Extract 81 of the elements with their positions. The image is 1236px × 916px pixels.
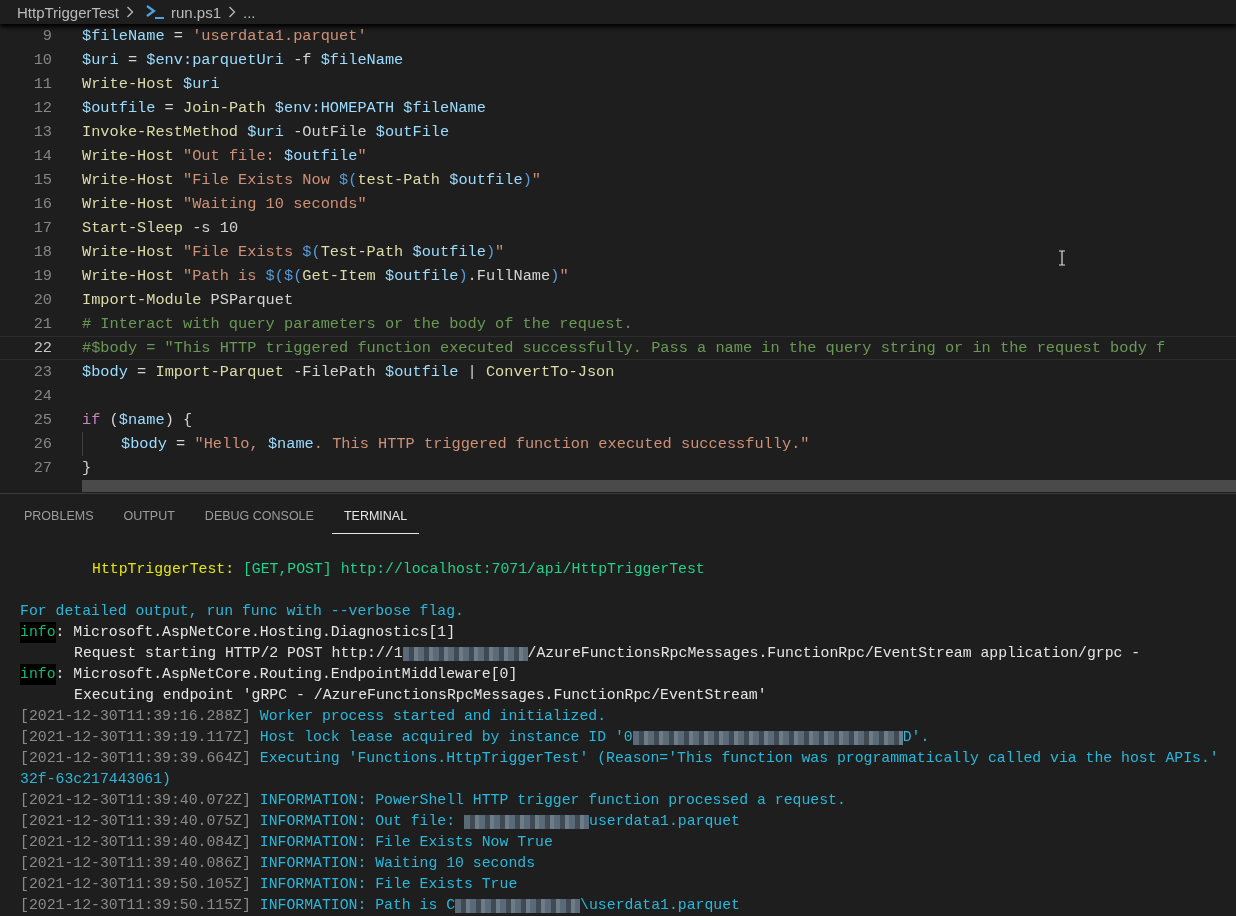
line-number: 23 bbox=[32, 363, 52, 381]
code-line: if ($name) { bbox=[82, 411, 193, 429]
terminal-text: [2021-12-30T11:39:16.288Z] bbox=[20, 707, 251, 726]
code-line: #$body = "This HTTP triggered function executed successfully. Pass a name in the query string or in the request body f bbox=[82, 339, 1166, 357]
terminal-text: INFORMATION: File Exists Now True bbox=[258, 833, 553, 852]
line-number: 16 bbox=[32, 195, 52, 213]
code-line: Write-Host "File Exists Now $(test-Path $outfile)" bbox=[82, 171, 541, 189]
terminal-text: [2021-12-30T11:39:19.117Z] bbox=[20, 728, 251, 747]
terminal-text: : Microsoft.AspNetCore.Routing.EndpointMiddleware[0] bbox=[55, 665, 518, 684]
line-number: 13 bbox=[32, 123, 52, 141]
log-level-label: info bbox=[20, 664, 56, 685]
terminal-prompt-icon bbox=[145, 4, 165, 20]
code-line: $fileName = 'userdata1.parquet' bbox=[82, 27, 367, 45]
terminal-text: For detailed output, run func with --verbose flag. bbox=[20, 602, 464, 621]
code-line: } bbox=[82, 459, 92, 477]
code-line: $outfile = Join-Path $env:HOMEPATH $fileName bbox=[82, 99, 486, 117]
chevron-icon bbox=[126, 6, 134, 18]
line-number: 26 bbox=[32, 435, 52, 453]
terminal-text: /AzureFunctionsRpcMessages.FunctionRpc/EventStream application/grpc - bbox=[527, 644, 1141, 663]
line-number: 15 bbox=[32, 171, 52, 189]
code-line: Invoke-RestMethod $uri -OutFile $outFile bbox=[82, 123, 450, 141]
scrollbar-thumb[interactable] bbox=[82, 480, 1236, 492]
line-number: 12 bbox=[32, 99, 52, 117]
line-number: 14 bbox=[32, 147, 52, 165]
panel-tab[interactable]: OUTPUT bbox=[111, 497, 187, 534]
terminal-text: D'. bbox=[902, 728, 930, 747]
code-line: Write-Host $uri bbox=[82, 75, 220, 93]
terminal-text: Executing 'Functions.HttpTriggerTest' (Reason='This function was programmatically called via the host APIs.' bbox=[258, 749, 1219, 768]
terminal-text: 32f-63c217443061) bbox=[20, 770, 171, 789]
line-number: 18 bbox=[32, 243, 52, 261]
code-line: Write-Host "Out file: $outfile" bbox=[82, 147, 367, 165]
breadcrumb-item[interactable]: ... bbox=[243, 3, 256, 21]
terminal-text: [2021-12-30T11:39:50.115Z] bbox=[20, 896, 251, 915]
line-number: 24 bbox=[32, 387, 52, 405]
code-line: Write-Host "File Exists $(Test-Path $outfile)" bbox=[82, 243, 505, 261]
panel-tab[interactable]: DEBUG CONSOLE bbox=[192, 497, 326, 534]
terminal-text: INFORMATION: File Exists True bbox=[258, 875, 518, 894]
terminal-text: INFORMATION: PowerShell HTTP trigger function processed a request. bbox=[258, 791, 846, 810]
terminal-text: [2021-12-30T11:39:40.075Z] bbox=[20, 812, 251, 831]
terminal-text: INFORMATION: Waiting 10 seconds bbox=[258, 854, 536, 873]
log-level-label: info bbox=[20, 622, 56, 643]
terminal-text: [2021-12-30T11:39:39.664Z] bbox=[20, 749, 251, 768]
line-number: 27 bbox=[32, 459, 52, 477]
terminal-text: HttpTriggerTest: bbox=[92, 560, 235, 579]
code-line: Import-Module PSParquet bbox=[82, 291, 294, 309]
code-line: $body = Import-Parquet -FilePath $outfile | ConvertTo-Json bbox=[82, 363, 615, 381]
line-number: 9 bbox=[41, 27, 52, 45]
terminal-text: [2021-12-30T11:39:40.072Z] bbox=[20, 791, 251, 810]
terminal-text: INFORMATION: Path is C bbox=[258, 896, 456, 915]
terminal-text: Worker process started and initialized. bbox=[258, 707, 607, 726]
terminal-text: [2021-12-30T11:39:50.105Z] bbox=[20, 875, 251, 894]
line-number: 20 bbox=[32, 291, 52, 309]
code-line: Write-Host "Path is $($(Get-Item $outfile).FullName)" bbox=[82, 267, 569, 285]
terminal-text: [2021-12-30T11:39:40.084Z] bbox=[20, 833, 251, 852]
terminal-text: userdata1.parquet bbox=[589, 812, 740, 831]
terminal-text: Host lock lease acquired by instance ID '0 bbox=[258, 728, 633, 747]
panel-tab[interactable]: TERMINAL bbox=[331, 497, 420, 534]
chevron-icon bbox=[228, 6, 237, 18]
terminal-text: Executing endpoint 'gRPC - /AzureFunctionsRpcMessages.FunctionRpc/EventStream' bbox=[74, 686, 767, 705]
line-number: 21 bbox=[32, 315, 52, 333]
terminal-text: [2021-12-30T11:39:40.086Z] bbox=[20, 854, 251, 873]
panel-tab[interactable]: PROBLEMS bbox=[12, 497, 106, 534]
terminal-text: [GET,POST] http://localhost:7071/api/HttpTriggerTest bbox=[241, 560, 705, 579]
terminal-text: Request starting HTTP/2 POST http://1 bbox=[74, 644, 403, 663]
text-cursor-icon bbox=[1058, 250, 1066, 266]
terminal-text: : Microsoft.AspNetCore.Hosting.Diagnostics[1] bbox=[55, 623, 456, 642]
line-number: 10 bbox=[32, 51, 52, 69]
code-line: # Interact with query parameters or the body of the request. bbox=[82, 315, 633, 333]
line-number: 17 bbox=[32, 219, 52, 237]
code-line: $body = "Hello, $name. This HTTP triggered function executed successfully." bbox=[121, 435, 810, 453]
code-line: $uri = $env:parquetUri -f $fileName bbox=[82, 51, 404, 69]
breadcrumb-item[interactable]: run.ps1 bbox=[171, 3, 222, 21]
code-line: Write-Host "Waiting 10 seconds" bbox=[82, 195, 367, 213]
line-number: 22 bbox=[32, 339, 52, 357]
breadcrumb-item[interactable]: HttpTriggerTest bbox=[17, 3, 119, 21]
line-number: 11 bbox=[32, 75, 52, 93]
terminal-text: \userdata1.parquet bbox=[580, 896, 740, 915]
code-line: Start-Sleep -s 10 bbox=[82, 219, 239, 237]
line-number: 25 bbox=[32, 411, 52, 429]
terminal-text: INFORMATION: Out file: bbox=[258, 812, 457, 831]
line-number: 19 bbox=[32, 267, 52, 285]
